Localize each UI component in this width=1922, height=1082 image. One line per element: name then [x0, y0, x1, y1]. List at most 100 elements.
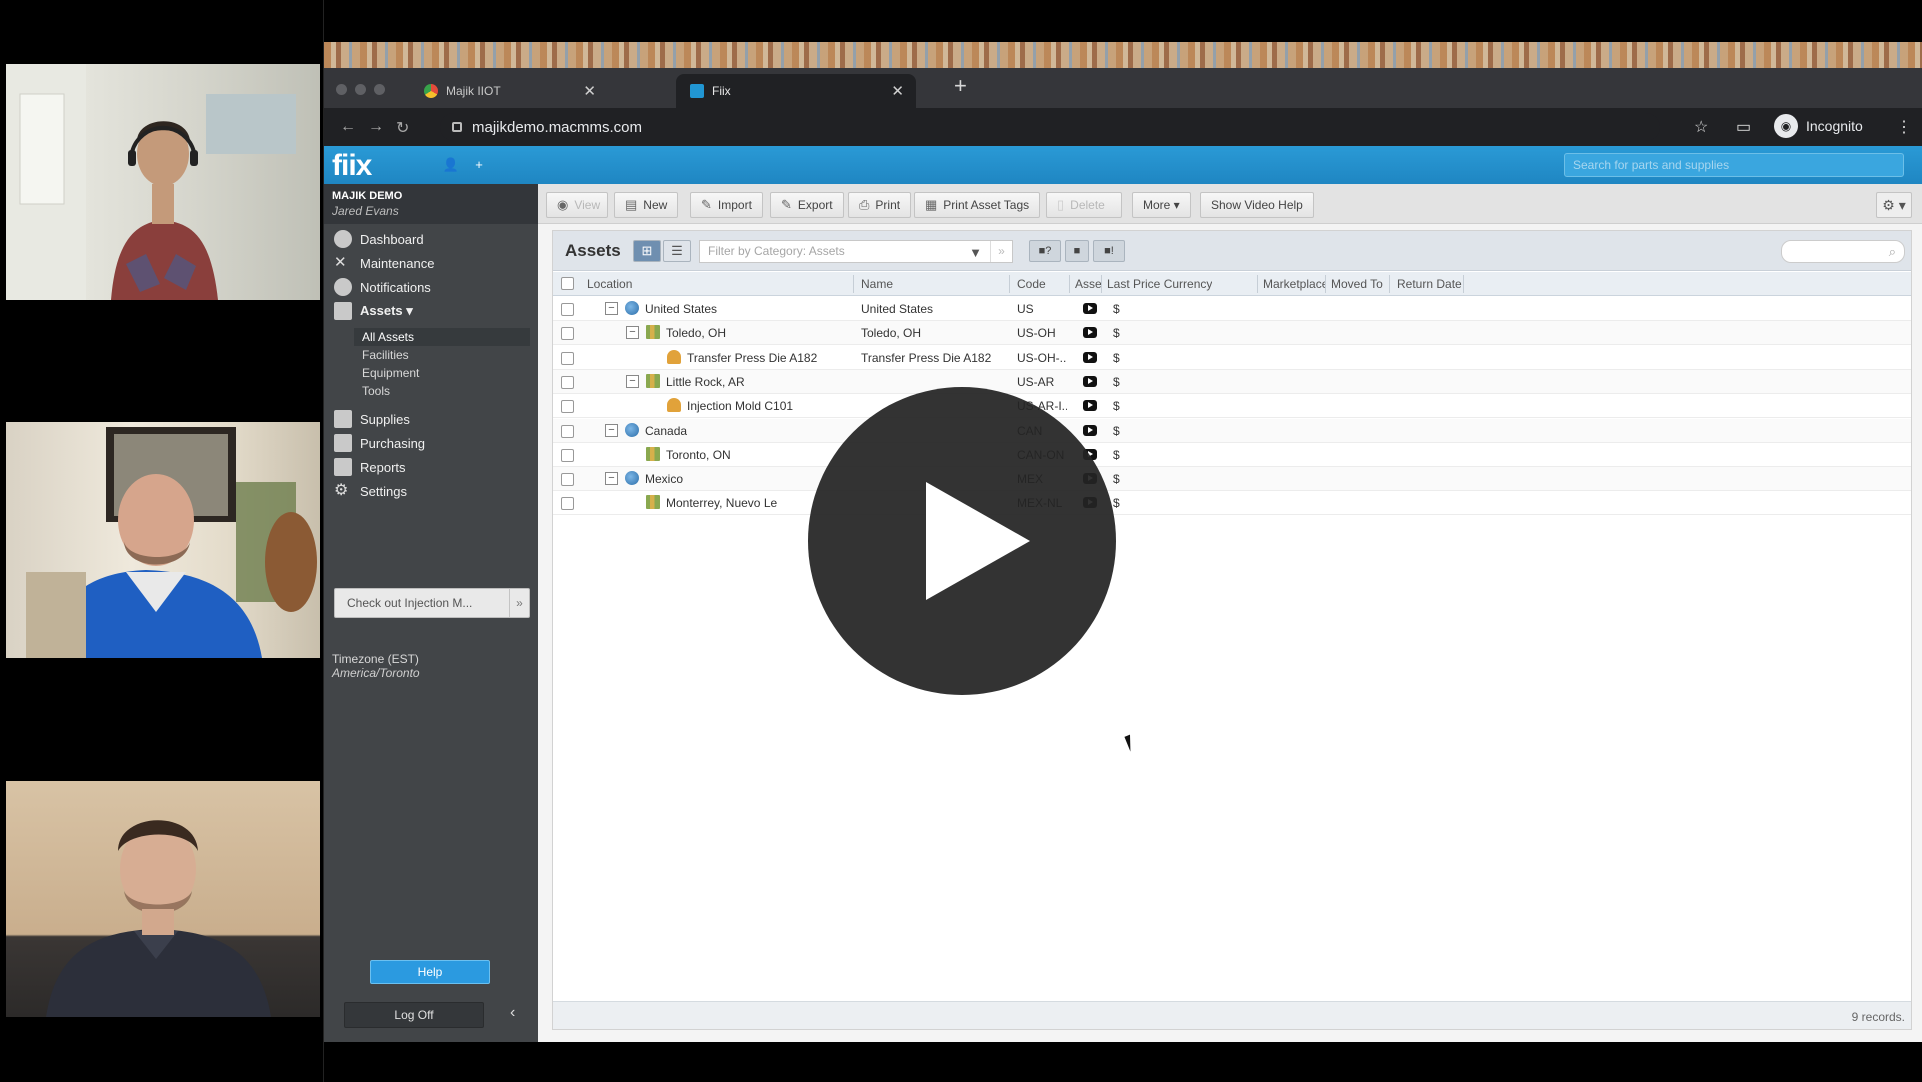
bookmark-star-icon[interactable]: ☆	[1694, 117, 1708, 137]
asset-video-icon[interactable]	[1083, 424, 1097, 436]
incognito-profile[interactable]: ◉ Incognito	[1774, 114, 1863, 138]
column-name[interactable]: Name	[861, 277, 893, 291]
participant-3-figure	[46, 820, 271, 1017]
help-button[interactable]: Help	[370, 960, 490, 984]
collapse-toggle-icon[interactable]: −	[626, 326, 639, 340]
tab-fiix[interactable]: Fiix ✕	[676, 74, 916, 108]
sidebar-item-assets[interactable]: Assets ▾	[334, 302, 413, 320]
collapse-toggle-icon[interactable]: −	[605, 472, 618, 486]
fiix-logo[interactable]: fiix	[332, 149, 372, 183]
submenu-facilities[interactable]: Facilities	[362, 348, 409, 362]
global-search-input[interactable]: Search for parts and supplies	[1564, 153, 1904, 177]
asset-status-alert-icon[interactable]: ■!	[1093, 240, 1125, 262]
reload-icon[interactable]: ↻	[396, 118, 409, 138]
cell-currency: $	[1113, 350, 1120, 365]
settings-gear-icon[interactable]: ⚙ ▾	[1876, 192, 1912, 218]
column-location[interactable]: Location	[587, 277, 632, 291]
sidebar-item-maintenance[interactable]: ✕ Maintenance	[334, 254, 434, 272]
table-row[interactable]: − United States United States US $	[553, 297, 1911, 321]
row-checkbox[interactable]	[561, 303, 574, 316]
sidebar-item-dashboard[interactable]: Dashboard	[334, 230, 424, 248]
tab-close-icon[interactable]: ✕	[583, 82, 596, 100]
add-icon[interactable]: +	[468, 155, 490, 175]
collapse-sidebar-icon[interactable]: ‹	[510, 1004, 515, 1022]
new-button[interactable]: ▤ New	[614, 192, 679, 218]
window-zoom-dot[interactable]	[374, 84, 385, 95]
table-row[interactable]: − Toledo, OH Toledo, OH US-OH $	[553, 321, 1911, 346]
table-row[interactable]: − Little Rock, AR US-AR $	[553, 369, 1911, 394]
asset-video-icon[interactable]	[1083, 303, 1097, 314]
video-play-button[interactable]	[808, 387, 1116, 695]
sidebar-item-settings[interactable]: ⚙ Settings	[334, 482, 407, 500]
table-row[interactable]: Transfer Press Die A182 Transfer Press Di…	[553, 346, 1911, 370]
forward-arrow-icon[interactable]: →	[368, 118, 384, 136]
asset-status-icon[interactable]: ■	[1065, 240, 1089, 262]
view-button[interactable]: ◉ View	[546, 192, 608, 218]
column-asset[interactable]: Asset	[1075, 277, 1101, 291]
table-row[interactable]: Injection Mold C101 US-AR-I... $	[553, 394, 1911, 419]
new-tab-icon[interactable]: +	[954, 75, 967, 97]
filter-go-icon[interactable]: »	[990, 241, 1012, 262]
export-button[interactable]: ✎ Export	[770, 192, 844, 218]
panel-header: Assets ⊞ ☰ Filter by Category: Assets ▼ …	[553, 231, 1911, 271]
column-moved-to[interactable]: Moved To	[1331, 277, 1383, 291]
url-field[interactable]: majikdemo.macmms.com	[440, 113, 1660, 141]
column-marketplace[interactable]: Marketplace	[1263, 277, 1325, 291]
window-minimize-dot[interactable]	[355, 84, 366, 95]
collapse-toggle-icon[interactable]: −	[626, 374, 639, 388]
row-checkbox[interactable]	[561, 327, 574, 341]
print-button[interactable]: ⎙ Print	[848, 192, 912, 218]
column-last-price-currency[interactable]: Last Price Currency	[1107, 277, 1212, 291]
asset-video-icon[interactable]	[1083, 375, 1097, 387]
row-checkbox[interactable]	[561, 375, 574, 389]
row-checkbox[interactable]	[561, 424, 574, 438]
submenu-equipment[interactable]: Equipment	[362, 366, 419, 380]
collapse-toggle-icon[interactable]: −	[605, 423, 618, 437]
sidebar-item-supplies[interactable]: Supplies	[334, 410, 410, 428]
panel-search-input[interactable]: ⌕	[1781, 240, 1905, 263]
row-checkbox[interactable]	[561, 351, 574, 365]
column-code[interactable]: Code	[1017, 277, 1046, 291]
submenu-all-assets[interactable]: All Assets	[354, 328, 530, 346]
asset-video-icon[interactable]	[1083, 400, 1097, 412]
filter-dropdown-icon[interactable]: ▼	[969, 242, 982, 263]
table-row[interactable]: Toronto, ONCAN-ON$	[553, 443, 1911, 467]
row-checkbox[interactable]	[561, 448, 574, 462]
browser-menu-icon[interactable]: ⋮	[1896, 117, 1912, 137]
back-arrow-icon[interactable]: ←	[340, 118, 356, 136]
delete-button[interactable]: ▯ Delete	[1046, 192, 1122, 218]
cast-icon[interactable]: ▭	[1736, 117, 1751, 137]
checkout-asset-button[interactable]: Check out Injection M... »	[334, 588, 530, 618]
asset-video-icon[interactable]	[1083, 351, 1097, 363]
logoff-button[interactable]: Log Off	[344, 1002, 484, 1028]
import-button[interactable]: ✎ Import	[690, 192, 763, 218]
list-view-icon[interactable]: ☰	[663, 240, 691, 262]
table-row[interactable]: −MexicoMEX$	[553, 467, 1911, 492]
collapse-toggle-icon[interactable]: −	[605, 302, 618, 315]
tree-view-icon[interactable]: ⊞	[633, 240, 661, 262]
table-row[interactable]: Monterrey, Nuevo LeMEX-NL$	[553, 491, 1911, 516]
chevron-right-icon[interactable]: »	[509, 589, 529, 617]
user-profile-icon[interactable]: 👤	[440, 155, 462, 175]
button-label: Print Asset Tags	[943, 198, 1030, 212]
org-name: MAJIK DEMO	[332, 190, 403, 202]
sidebar-item-notifications[interactable]: Notifications	[334, 278, 431, 296]
asset-video-icon[interactable]	[1083, 327, 1097, 339]
submenu-tools[interactable]: Tools	[362, 384, 390, 398]
select-all-checkbox[interactable]	[561, 277, 574, 290]
row-checkbox[interactable]	[561, 400, 574, 414]
print-asset-tags-button[interactable]: ▦ Print Asset Tags	[914, 192, 1041, 218]
asset-status-unknown-icon[interactable]: ■?	[1029, 240, 1061, 262]
window-close-dot[interactable]	[336, 84, 347, 95]
column-return-date[interactable]: Return Date	[1397, 277, 1462, 291]
show-video-help-button[interactable]: Show Video Help	[1200, 192, 1314, 218]
tab-close-icon[interactable]: ✕	[891, 82, 904, 100]
category-filter-input[interactable]: Filter by Category: Assets ▼ »	[699, 240, 1013, 263]
sidebar-item-reports[interactable]: Reports	[334, 458, 406, 476]
row-checkbox[interactable]	[561, 497, 574, 511]
row-checkbox[interactable]	[561, 473, 574, 487]
tab-majik-iiot[interactable]: Majik IIOT ✕	[410, 74, 608, 108]
table-row[interactable]: −CanadaCAN$	[553, 418, 1911, 443]
more-button[interactable]: More ▾	[1132, 192, 1191, 218]
sidebar-item-purchasing[interactable]: Purchasing	[334, 434, 425, 452]
